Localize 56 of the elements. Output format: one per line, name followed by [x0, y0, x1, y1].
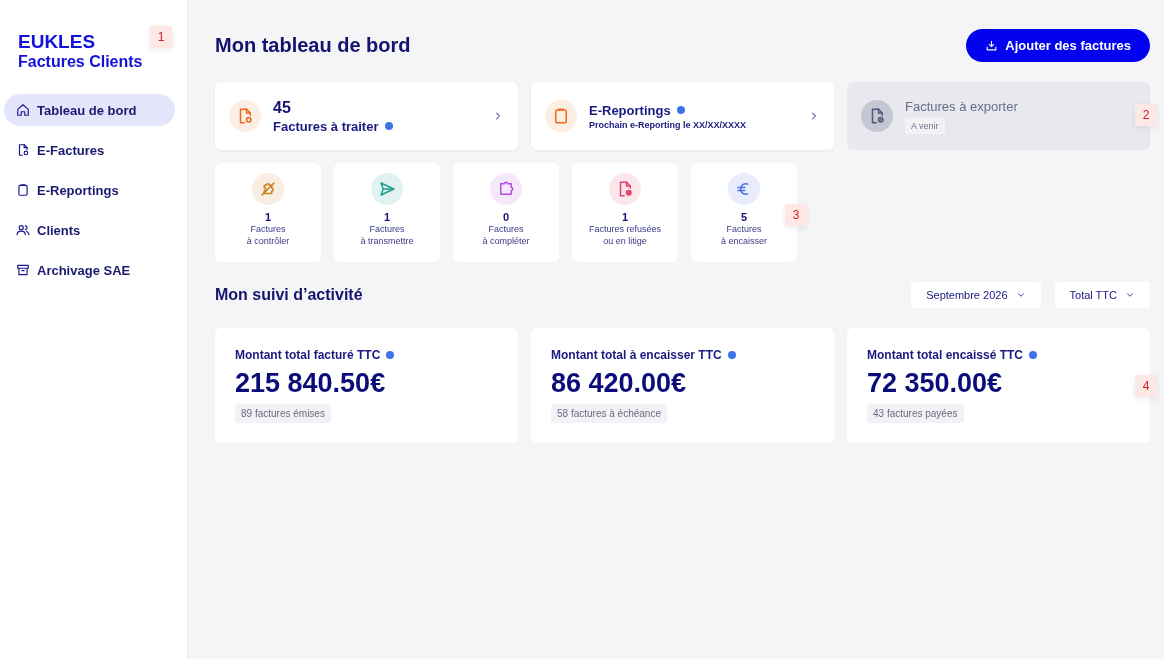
- sidebar-item[interactable]: Clients: [4, 214, 175, 246]
- section-title: Mon suivi d’activité: [215, 286, 363, 304]
- product-name: Factures Clients: [18, 52, 143, 72]
- sidebar-item[interactable]: Archivage SAE: [4, 254, 175, 286]
- status-tile[interactable]: 1 Factures à transmettre: [334, 163, 440, 262]
- tile-count: 1: [383, 211, 391, 223]
- home-icon: [16, 103, 30, 117]
- tile-label: Factures à transmettre: [360, 223, 414, 247]
- users-icon: [16, 223, 30, 237]
- metric-title: Montant total facturé TTC: [235, 348, 381, 362]
- clipboard-icon: [16, 183, 30, 197]
- status-badge: A venir: [905, 117, 945, 134]
- clipboard-icon: [552, 107, 570, 125]
- number-badge: 3: [785, 204, 807, 226]
- tile-count: 1: [264, 211, 272, 223]
- sidebar-item[interactable]: Tableau de bord: [4, 94, 175, 126]
- metric-title: Montant total encaissé TTC: [867, 348, 1024, 362]
- status-tile[interactable]: 1 Factures refusées ou en litige: [572, 163, 678, 262]
- card-subtitle: Prochain e-Reporting le XX/XX/XXXX: [589, 119, 747, 130]
- status-tile[interactable]: 1 Factures à contrôler: [215, 163, 321, 262]
- tile-label: Factures à contrôler: [246, 223, 290, 247]
- tile-label: Factures refusées ou en litige: [589, 223, 661, 247]
- download-icon: [985, 39, 999, 52]
- count-value: 45: [273, 98, 291, 117]
- caret-icon: [1125, 290, 1135, 300]
- metric-amount: 72 350.00€: [867, 367, 1003, 400]
- filter-dropdown[interactable]: Total TTC: [1054, 282, 1150, 308]
- metric-amount: 86 420.00€: [551, 367, 687, 400]
- number-badge: 4: [1135, 375, 1157, 397]
- card-label: Factures à traiter: [273, 118, 379, 134]
- tile-label: Factures à compléter: [482, 223, 530, 247]
- metric-note: 43 factures payées: [867, 404, 964, 423]
- card-title: E-Reportings: [589, 102, 671, 118]
- metric-note: 58 factures à échéance: [551, 404, 667, 423]
- summary-card[interactable]: 45 Factures à traiter: [215, 82, 518, 150]
- metric-title: Montant total à encaisser TTC: [551, 348, 722, 362]
- metric-amount: 215 840.50€: [235, 367, 386, 400]
- archive-box-icon: [16, 263, 30, 277]
- filter-dropdown[interactable]: Septembre 2026: [911, 282, 1041, 308]
- card-title: Factures à exporter: [905, 98, 1018, 114]
- sidebar-item[interactable]: E-Reportings: [4, 174, 175, 206]
- brand-name: EUKLES: [18, 32, 96, 52]
- tile-count: 5: [740, 211, 748, 223]
- status-tile[interactable]: 0 Factures à compléter: [453, 163, 559, 262]
- document-icon: [16, 143, 30, 157]
- add-invoices-button[interactable]: Ajouter des factures: [966, 29, 1150, 62]
- number-badge: 1: [150, 26, 172, 48]
- tile-count: 0: [502, 211, 510, 223]
- caret-icon: [1015, 290, 1026, 300]
- sidebar-item[interactable]: E-Factures: [4, 134, 175, 166]
- tile-count: 1: [621, 211, 629, 223]
- summary-card[interactable]: E-Reportings Prochain e-Reporting le XX/XX/XXXX: [531, 82, 834, 150]
- metric-note: 89 factures émises: [235, 404, 331, 423]
- page-title: Mon tableau de bord: [215, 34, 411, 57]
- tile-label: Factures à encaisser: [721, 223, 767, 247]
- number-badge: 2: [1135, 104, 1157, 126]
